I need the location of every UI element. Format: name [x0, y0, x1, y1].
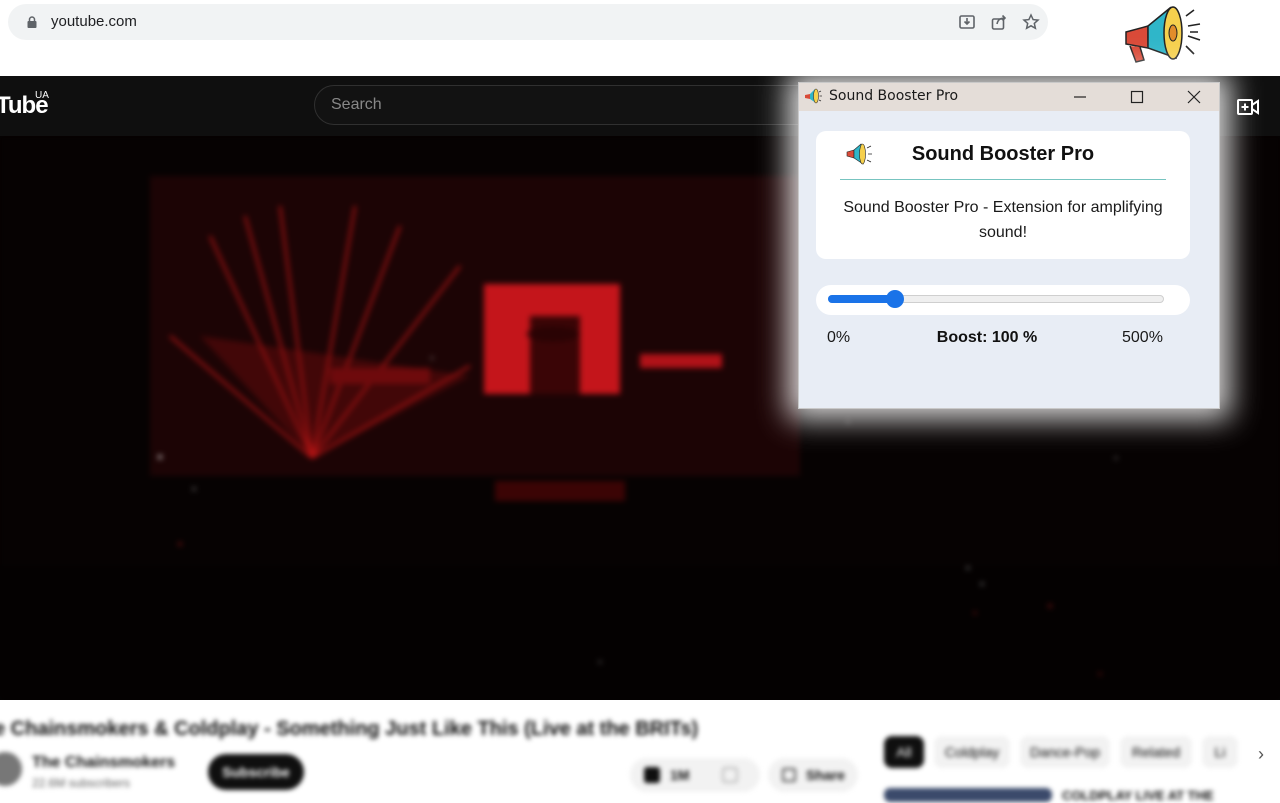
share-arrow-icon	[782, 768, 796, 782]
browser-toolbar: youtube.com	[0, 0, 1280, 76]
close-icon	[1187, 90, 1201, 104]
channel-name[interactable]: The Chainsmokers	[32, 754, 175, 772]
maximize-button[interactable]	[1114, 83, 1160, 111]
thumbs-down-icon[interactable]	[722, 767, 738, 783]
lock-icon[interactable]	[26, 16, 38, 28]
video-info-area: e Chainsmokers & Coldplay - Something Ju…	[0, 700, 1280, 803]
chip-dance-pop[interactable]: Dance-Pop	[1020, 736, 1110, 768]
heading-divider	[840, 179, 1166, 180]
maximize-icon	[1130, 90, 1144, 104]
slider-max-label: 500%	[1122, 329, 1163, 346]
share-label: Share	[806, 767, 845, 783]
url-text[interactable]: youtube.com	[51, 13, 137, 30]
chip-more[interactable]: Li	[1202, 736, 1238, 768]
app-description: Sound Booster Pro - Extension for amplif…	[843, 199, 1163, 241]
video-title[interactable]: e Chainsmokers & Coldplay - Something Ju…	[0, 718, 698, 741]
sound-booster-window: Sound Booster Pro Sound Booster Pro Soun…	[798, 82, 1220, 409]
bookmark-star-icon[interactable]	[1022, 13, 1040, 31]
chip-related[interactable]: Related	[1120, 736, 1192, 768]
boost-slider-thumb[interactable]	[886, 290, 905, 308]
close-button[interactable]	[1171, 83, 1217, 111]
boost-value-label: Boost: 100 %	[936, 329, 1038, 346]
chip-coldplay[interactable]: Coldplay	[934, 736, 1010, 768]
window-titlebar[interactable]: Sound Booster Pro	[799, 83, 1219, 111]
megaphone-extension-icon[interactable]	[1118, 2, 1204, 70]
info-card: Sound Booster Pro Sound Booster Pro - Ex…	[816, 131, 1190, 259]
minimize-button[interactable]	[1057, 83, 1103, 111]
share-button[interactable]: Share	[768, 758, 858, 792]
install-icon[interactable]	[958, 13, 976, 31]
thumbs-up-icon[interactable]	[644, 767, 660, 783]
create-video-icon[interactable]	[1236, 95, 1260, 119]
window-title: Sound Booster Pro	[829, 88, 959, 104]
minimize-icon	[1074, 96, 1086, 98]
channel-subscribers: 22.6M subscribers	[32, 776, 131, 790]
channel-avatar[interactable]	[0, 752, 22, 786]
like-dislike-group[interactable]: 1M	[630, 758, 760, 792]
chevron-right-icon[interactable]: ›	[1258, 744, 1264, 765]
share-icon[interactable]	[990, 13, 1008, 31]
megaphone-app-icon	[805, 88, 822, 104]
recommendation-title[interactable]: COLDPLAY LIVE AT THE	[1062, 788, 1214, 803]
search-placeholder: Search	[331, 96, 382, 113]
region-code: UA	[35, 90, 49, 101]
like-count: 1M	[670, 767, 690, 783]
search-input[interactable]: Search	[314, 85, 834, 125]
chip-all[interactable]: All	[884, 736, 924, 768]
boost-slider-fill	[828, 295, 896, 303]
subscribe-button[interactable]: Subscribe	[208, 754, 304, 790]
address-bar[interactable]: youtube.com	[8, 4, 1048, 40]
boost-slider-container	[816, 285, 1190, 315]
app-heading: Sound Booster Pro	[911, 143, 1095, 165]
